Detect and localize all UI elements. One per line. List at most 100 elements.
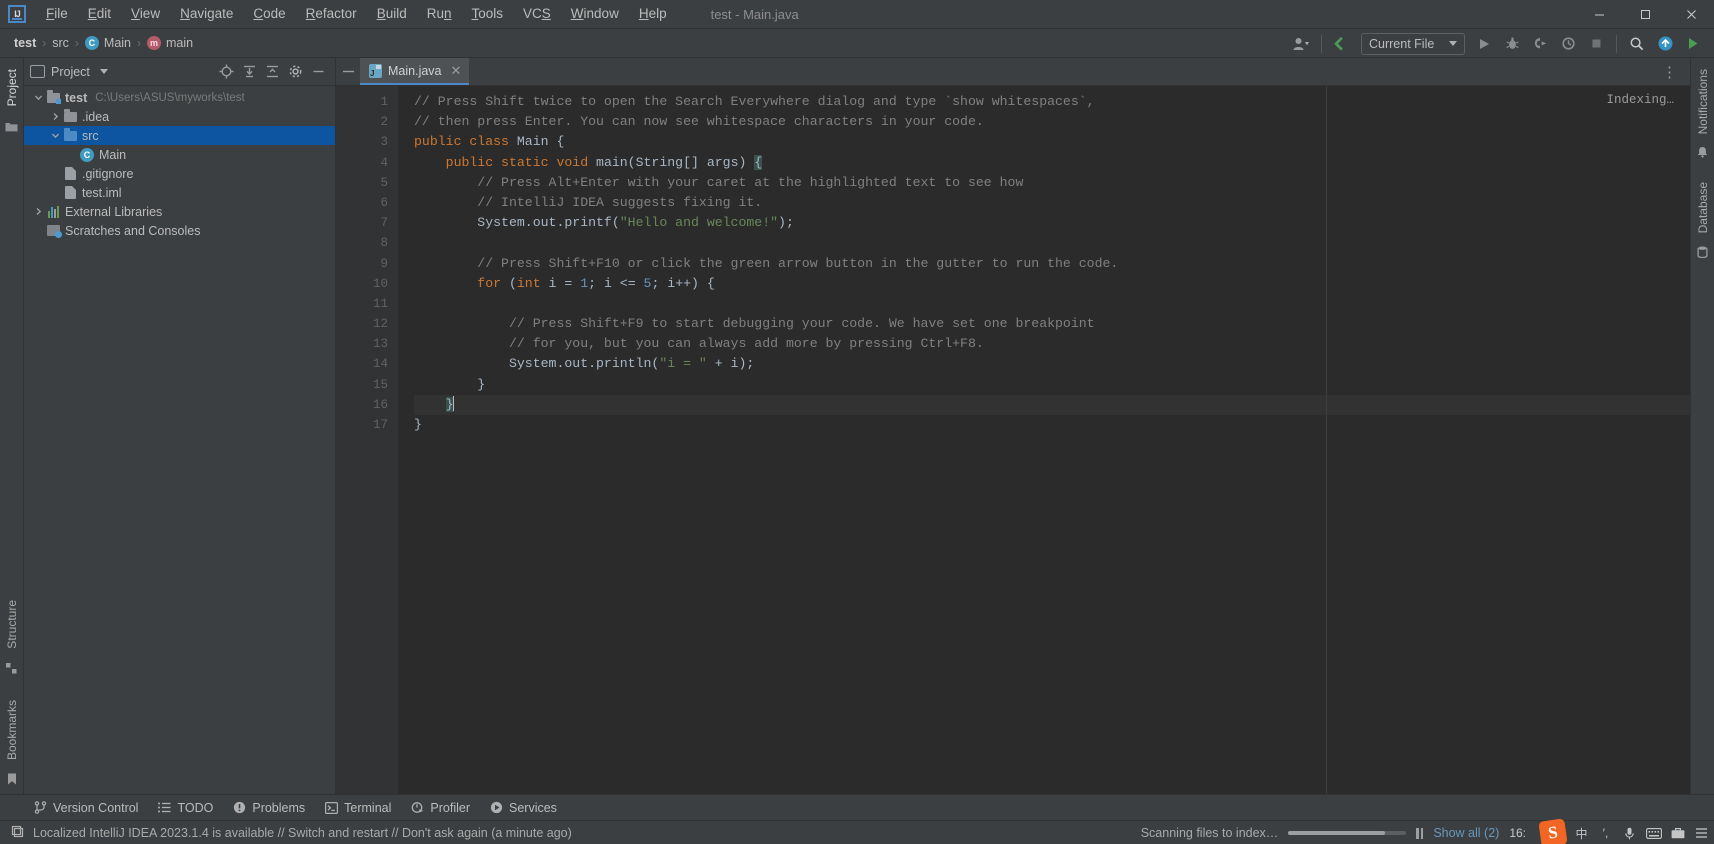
maximize-button[interactable] (1622, 0, 1668, 29)
code-line-4[interactable]: public static void main(String[] args) { (414, 153, 1690, 173)
code-line-11[interactable] (414, 294, 1690, 314)
tree-item-main[interactable]: C Main (24, 145, 335, 164)
menu-item-tools[interactable]: Tools (462, 2, 514, 26)
code-line-2[interactable]: // then press Enter. You can now see whi… (414, 112, 1690, 132)
run-with-coverage-icon[interactable] (1527, 32, 1553, 56)
gutter-line-14[interactable]: 14 (336, 354, 398, 374)
debug-bug-icon[interactable] (1499, 32, 1525, 56)
tree-item-test-iml[interactable]: test.iml (24, 183, 335, 202)
gutter-line-11[interactable]: 11 (336, 294, 398, 314)
stop-icon[interactable] (1583, 32, 1609, 56)
minimize-icon[interactable] (307, 61, 329, 83)
menu-item-vcs[interactable]: VCS (513, 2, 561, 26)
code-line-14[interactable]: System.out.println("i = " + i); (414, 354, 1690, 374)
tree-item-idea[interactable]: .idea (24, 107, 335, 126)
gutter-line-4[interactable]: 4– (336, 153, 412, 173)
gutter-line-13[interactable]: 13– (336, 334, 412, 354)
chevron-down-icon[interactable] (32, 93, 45, 102)
menu-item-navigate[interactable]: Navigate (170, 2, 243, 26)
tree-item-test[interactable]: test C:\Users\ASUS\myworks\test (24, 88, 335, 107)
gutter-line-17[interactable]: 17 (336, 415, 398, 435)
chevron-down-icon[interactable] (49, 131, 62, 140)
tree-item-src[interactable]: src (24, 126, 335, 145)
update-arrow-icon[interactable] (1329, 32, 1355, 56)
expand-all-icon[interactable] (238, 61, 260, 83)
menu-item-file[interactable]: File (36, 2, 78, 26)
chevron-down-icon[interactable] (99, 69, 108, 74)
pause-icon[interactable] (1416, 827, 1424, 839)
keyboard-icon[interactable] (1645, 825, 1662, 842)
gutter-line-16[interactable]: 16– (336, 395, 412, 415)
tool-window-tab-services[interactable]: Services (480, 798, 567, 818)
code-line-16[interactable]: } (414, 394, 1690, 415)
tool-window-tab-terminal[interactable]: Terminal (315, 798, 401, 818)
gutter-line-3[interactable]: 3 (336, 132, 398, 152)
menu-item-view[interactable]: View (121, 2, 170, 26)
crosshair-target-icon[interactable] (215, 61, 237, 83)
tree-item-gitignore[interactable]: .gitignore (24, 164, 335, 183)
code-editor[interactable]: 1–2–34–5–6–78910–1112–13–1415–16–17 Inde… (336, 86, 1690, 794)
gutter-line-5[interactable]: 5– (336, 173, 412, 193)
gutter-line-10[interactable]: 10– (336, 274, 412, 294)
user-account-icon[interactable] (1288, 32, 1314, 56)
hide-sidebar-icon[interactable] (336, 58, 360, 85)
code-line-3[interactable]: public class Main { (414, 132, 1690, 152)
menu-item-refactor[interactable]: Refactor (296, 2, 367, 26)
code-line-10[interactable]: for (int i = 1; i <= 5; i++) { (414, 274, 1690, 294)
sidebar-item-bookmarks[interactable]: Bookmarks (2, 693, 22, 767)
sidebar-item-database[interactable]: Database (1693, 175, 1713, 240)
close-button[interactable] (1668, 0, 1714, 29)
tree-item-scratches-and-consoles[interactable]: Scratches and Consoles (24, 221, 335, 240)
sidebar-item-project[interactable]: Project (2, 62, 22, 113)
breadcrumb-item-main[interactable]: C Main (81, 34, 135, 52)
ide-settings-icon[interactable] (1680, 32, 1706, 56)
collapse-all-icon[interactable] (261, 61, 283, 83)
notification-bell-icon[interactable] (1652, 32, 1678, 56)
gutter-line-7[interactable]: 7 (336, 213, 398, 233)
code-line-6[interactable]: // IntelliJ IDEA suggests fixing it. (414, 193, 1690, 213)
show-all-link[interactable]: Show all (2) (1433, 826, 1499, 840)
menu-item-code[interactable]: Code (243, 2, 295, 26)
editor-gutter[interactable]: 1–2–34–5–6–78910–1112–13–1415–16–17 (336, 86, 412, 794)
microphone-icon[interactable] (1621, 825, 1638, 842)
gear-icon[interactable] (284, 61, 306, 83)
code-line-15[interactable]: } (414, 375, 1690, 395)
breadcrumb-item-src[interactable]: src (48, 34, 73, 52)
chevron-right-icon[interactable] (32, 207, 45, 216)
minimize-button[interactable] (1576, 0, 1622, 29)
ide-notification-icon[interactable] (10, 824, 24, 841)
ime-punctuation-icon[interactable]: ′, (1597, 825, 1614, 842)
code-line-13[interactable]: // for you, but you can always add more … (414, 334, 1690, 354)
toolbox-icon[interactable] (1669, 825, 1686, 842)
settings-tray-icon[interactable] (1693, 825, 1710, 842)
sogou-ime-icon[interactable]: S (1538, 818, 1568, 844)
code-line-12[interactable]: // Press Shift+F9 to start debugging you… (414, 314, 1690, 334)
menu-item-run[interactable]: Run (417, 2, 462, 26)
sidebar-item-structure[interactable]: Structure (2, 593, 22, 656)
tool-window-tab-version-control[interactable]: Version Control (24, 798, 148, 818)
profiler-run-icon[interactable] (1555, 32, 1581, 56)
sidebar-item-notifications[interactable]: Notifications (1693, 62, 1713, 141)
run-configuration-selector[interactable]: Current File (1361, 32, 1465, 55)
breadcrumb-item-test[interactable]: test (10, 34, 40, 52)
menu-item-help[interactable]: Help (629, 2, 677, 26)
tool-window-tab-todo[interactable]: TODO (148, 798, 223, 818)
gutter-line-1[interactable]: 1– (336, 92, 412, 112)
menu-item-window[interactable]: Window (561, 2, 629, 26)
chevron-right-icon[interactable] (49, 112, 62, 121)
status-bar-message[interactable]: Localized IntelliJ IDEA 2023.1.4 is avai… (33, 826, 572, 840)
run-play-icon[interactable] (1471, 32, 1497, 56)
tree-item-external-libraries[interactable]: External Libraries (24, 202, 335, 221)
more-options-icon[interactable]: ⋮ (1656, 63, 1684, 81)
editor-tab-main-java[interactable]: Main.java ✕ (360, 58, 470, 85)
tool-window-tab-profiler[interactable]: Profiler (401, 798, 480, 818)
menu-item-build[interactable]: Build (367, 2, 417, 26)
gutter-line-9[interactable]: 9 (336, 254, 398, 274)
editor-code[interactable]: Indexing… // Press Shift twice to open t… (398, 86, 1690, 794)
breadcrumb-item-main[interactable]: m main (143, 34, 197, 52)
tool-window-tab-problems[interactable]: Problems (223, 798, 315, 818)
close-icon[interactable]: ✕ (451, 64, 462, 77)
code-line-1[interactable]: // Press Shift twice to open the Search … (414, 92, 1690, 112)
code-line-8[interactable] (414, 233, 1690, 253)
gutter-line-2[interactable]: 2– (336, 112, 412, 132)
